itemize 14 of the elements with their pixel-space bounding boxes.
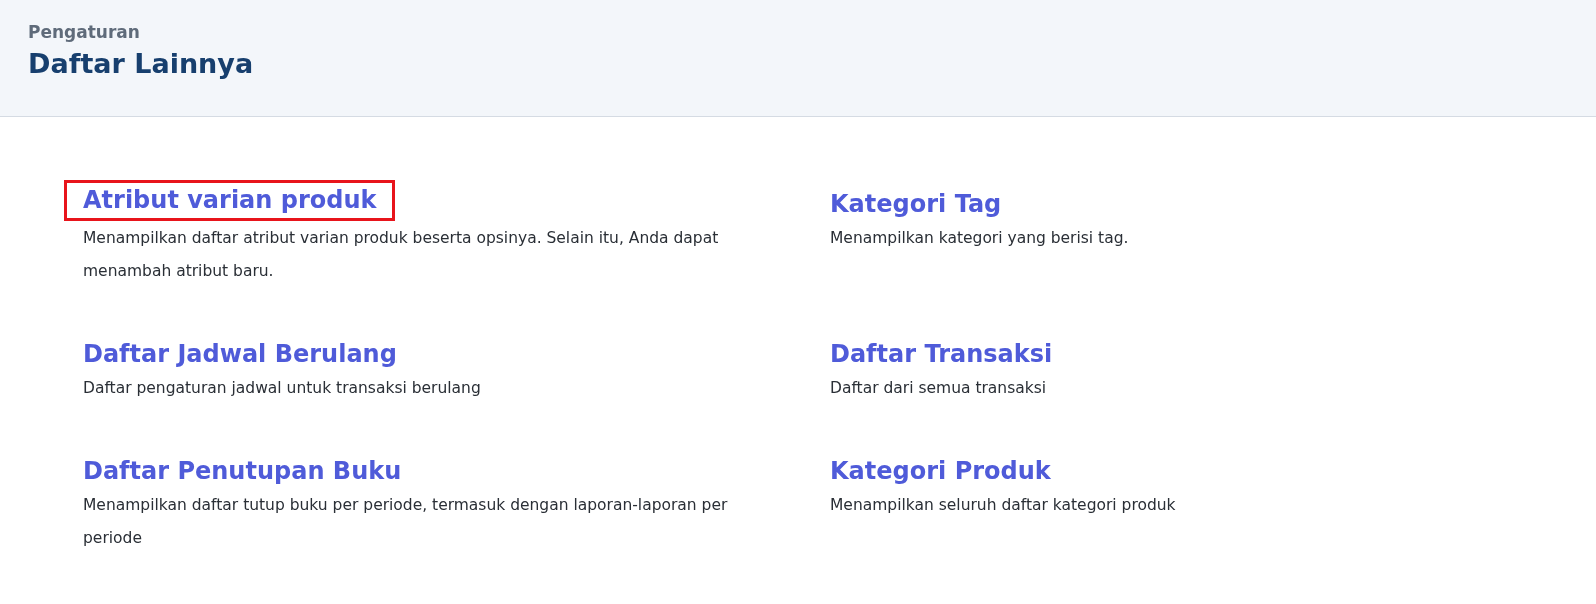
list-link[interactable]: Kategori Tag <box>830 190 1002 218</box>
list-link[interactable]: Daftar Transaksi <box>830 340 1053 368</box>
highlighted-list-link[interactable]: Atribut varian produk <box>64 180 396 221</box>
list-link[interactable]: Daftar Jadwal Berulang <box>83 340 397 368</box>
link-description: Menampilkan daftar atribut varian produk beserta opsinya. Selain itu, Anda dapat menambah atribut baru. <box>83 228 720 282</box>
list-link[interactable]: Kategori Produk <box>830 457 1051 485</box>
link-description: Menampilkan kategori yang berisi tag. <box>830 228 1130 249</box>
link-description: Daftar dari semua transaksi <box>830 378 1048 399</box>
link-description: Menampilkan seluruh daftar kategori produk <box>830 495 1177 516</box>
page-title: Daftar Lainnya <box>28 48 255 79</box>
list-link[interactable]: Daftar Penutupan Buku <box>83 457 402 485</box>
breadcrumb: Pengaturan <box>28 22 141 42</box>
link-description: Menampilkan daftar tutup buku per periode, termasuk dengan laporan-laporan per periode <box>83 495 729 549</box>
link-description: Daftar pengaturan jadwal untuk transaksi berulang <box>83 378 482 399</box>
